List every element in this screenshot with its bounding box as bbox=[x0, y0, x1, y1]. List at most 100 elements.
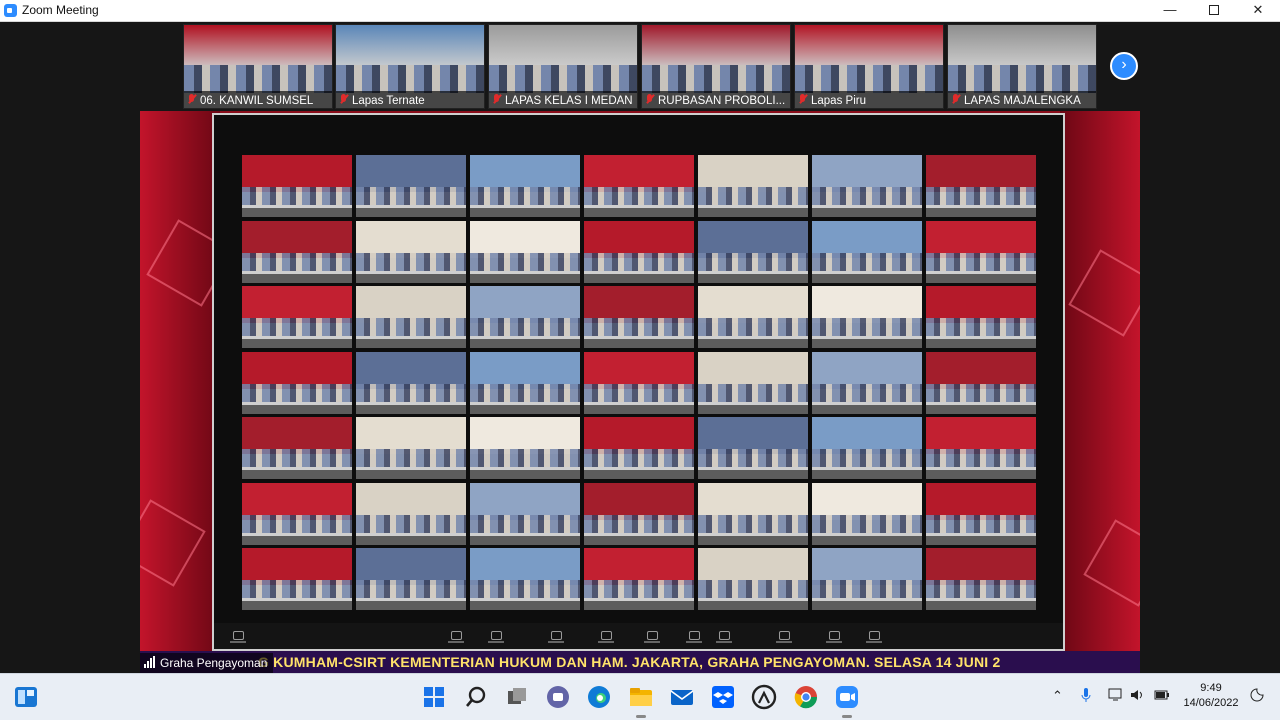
thumbnail-video bbox=[795, 25, 943, 70]
tile-name-bar bbox=[698, 339, 808, 348]
tile-name-bar bbox=[926, 339, 1036, 348]
tile-participants bbox=[812, 449, 922, 467]
shared-participant-tile bbox=[470, 155, 580, 217]
thumbnail-participants bbox=[489, 65, 637, 93]
ticker-text: G KUMHAM-CSIRT KEMENTERIAN HUKUM DAN HAM… bbox=[258, 654, 1001, 670]
widgets-icon[interactable] bbox=[14, 686, 38, 708]
shared-participant-tile bbox=[584, 286, 694, 348]
active-speaker-label: Graha Pengayoman bbox=[140, 653, 274, 673]
shared-participant-tile bbox=[584, 220, 694, 283]
tile-participants bbox=[584, 449, 694, 467]
dropbox-icon[interactable] bbox=[709, 683, 737, 711]
tile-name-bar bbox=[698, 601, 808, 610]
tile-participants bbox=[926, 252, 1036, 271]
shared-participant-tile bbox=[470, 482, 580, 545]
shared-participant-tile bbox=[470, 351, 580, 414]
shared-participant-tile bbox=[812, 220, 922, 283]
tile-name-bar bbox=[242, 273, 352, 283]
maximize-button[interactable] bbox=[1192, 0, 1236, 21]
window-title: Zoom Meeting bbox=[22, 3, 99, 17]
tile-participants bbox=[812, 580, 922, 598]
news-ticker: G KUMHAM-CSIRT KEMENTERIAN HUKUM DAN HAM… bbox=[140, 651, 1140, 673]
tile-name-bar bbox=[356, 273, 466, 283]
tile-participants bbox=[812, 252, 922, 271]
participant-thumbnail[interactable]: RUPBASAN PROBOLI... bbox=[641, 24, 791, 109]
tile-name-bar bbox=[356, 535, 466, 545]
volume-icon[interactable] bbox=[1130, 688, 1146, 705]
shared-participant-tile bbox=[470, 286, 580, 348]
display-icon[interactable] bbox=[1108, 688, 1124, 705]
tile-name-bar bbox=[242, 208, 352, 217]
tile-name-bar bbox=[584, 601, 694, 610]
shared-toolbar-icon bbox=[774, 631, 794, 645]
notifications-icon[interactable] bbox=[1250, 688, 1264, 705]
tile-participants bbox=[242, 514, 352, 533]
battery-icon[interactable] bbox=[1154, 688, 1170, 705]
github-desktop-icon[interactable] bbox=[750, 683, 778, 711]
tile-name-bar bbox=[584, 208, 694, 217]
participant-thumbnail[interactable]: LAPAS MAJALENGKA bbox=[947, 24, 1097, 109]
shared-participant-tile bbox=[470, 548, 580, 610]
tile-participants bbox=[470, 449, 580, 467]
thumbnail-participants bbox=[336, 65, 484, 93]
tile-name-bar bbox=[242, 601, 352, 610]
shared-participant-tile bbox=[356, 482, 466, 545]
tile-name-bar bbox=[584, 535, 694, 545]
muted-mic-icon bbox=[492, 94, 501, 105]
zoom-icon[interactable] bbox=[833, 683, 861, 718]
microphone-icon[interactable] bbox=[1080, 688, 1092, 707]
participant-thumbnail[interactable]: Lapas Ternate bbox=[335, 24, 485, 109]
tile-name-bar bbox=[812, 535, 922, 545]
teams-chat-icon[interactable] bbox=[544, 683, 572, 711]
task-view-icon[interactable] bbox=[503, 683, 531, 711]
tile-name-bar bbox=[926, 601, 1036, 610]
tile-participants bbox=[812, 383, 922, 402]
tile-participants bbox=[584, 580, 694, 598]
close-button[interactable]: ✕ bbox=[1236, 0, 1280, 21]
tile-participants bbox=[698, 318, 808, 336]
thumbnail-video bbox=[642, 25, 790, 70]
signal-strength-icon bbox=[144, 655, 156, 668]
system-clock[interactable]: 9:49 14/06/2022 bbox=[1180, 681, 1242, 711]
tile-participants bbox=[470, 514, 580, 533]
shared-participant-tile bbox=[356, 155, 466, 217]
tile-name-bar bbox=[470, 601, 580, 610]
muted-mic-icon bbox=[798, 94, 807, 105]
tile-participants bbox=[926, 580, 1036, 598]
file-explorer-icon[interactable] bbox=[627, 683, 655, 718]
participant-thumbnail[interactable]: 06. KANWIL SUMSEL bbox=[183, 24, 333, 109]
next-page-button[interactable]: › bbox=[1110, 52, 1138, 80]
shared-toolbar-icon bbox=[446, 631, 466, 645]
tile-participants bbox=[926, 514, 1036, 533]
muted-mic-icon bbox=[187, 94, 196, 105]
windows-start-icon[interactable] bbox=[420, 683, 448, 711]
shared-participant-tile bbox=[812, 482, 922, 545]
shared-participant-tile bbox=[812, 286, 922, 348]
shared-participant-tile bbox=[926, 286, 1036, 348]
edge-icon[interactable] bbox=[585, 683, 613, 711]
minimize-button[interactable]: — bbox=[1148, 0, 1192, 21]
tile-name-bar bbox=[812, 404, 922, 414]
shared-gallery-grid bbox=[242, 155, 1042, 615]
tile-participants bbox=[356, 383, 466, 402]
shared-participant-tile bbox=[356, 548, 466, 610]
tile-participants bbox=[926, 318, 1036, 336]
tile-participants bbox=[470, 580, 580, 598]
participant-name: RUPBASAN PROBOLI... bbox=[658, 95, 786, 107]
tile-name-bar bbox=[926, 470, 1036, 479]
search-icon[interactable] bbox=[462, 683, 490, 711]
thumbnail-video bbox=[489, 25, 637, 70]
participant-name: 06. KANWIL SUMSEL bbox=[200, 95, 314, 107]
show-hidden-icons-button[interactable]: ⌃ bbox=[1052, 688, 1063, 704]
shared-toolbar-icon bbox=[714, 631, 734, 645]
mail-icon[interactable] bbox=[668, 683, 696, 711]
chrome-icon[interactable] bbox=[792, 683, 820, 711]
shared-participant-tile bbox=[242, 351, 352, 414]
tile-participants bbox=[926, 187, 1036, 205]
participant-thumbnail[interactable]: Lapas Piru bbox=[794, 24, 944, 109]
clock-time: 9:49 bbox=[1200, 682, 1222, 694]
tile-name-bar bbox=[926, 404, 1036, 414]
tile-participants bbox=[698, 514, 808, 533]
participant-thumbnail[interactable]: LAPAS KELAS I MEDAN bbox=[488, 24, 638, 109]
tile-name-bar bbox=[698, 404, 808, 414]
